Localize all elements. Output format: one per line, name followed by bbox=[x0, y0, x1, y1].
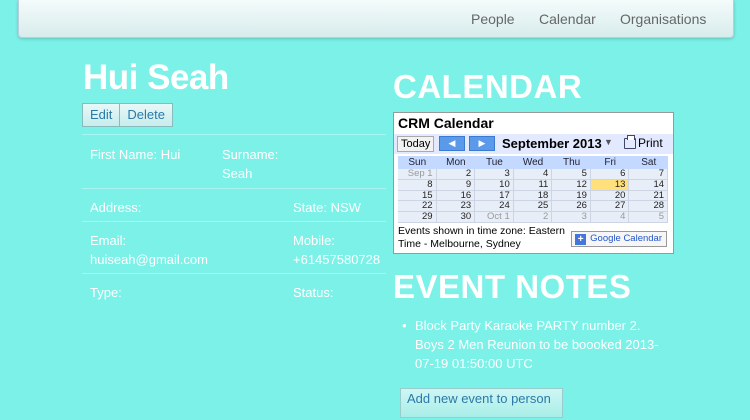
chevron-down-icon[interactable]: ▼ bbox=[604, 137, 613, 147]
calendar-toolbar: Today ◀ ▶ September 2013 ▼ Print bbox=[394, 134, 673, 154]
event-notes-list: Block Party Karaoke PARTY number 2. Boys… bbox=[400, 316, 670, 373]
calendar-weeks: Sep 1 2 3 4 5 6 7 8 9 10 11 12 13 14 15 16 17 18 19 20 21 22 2… bbox=[398, 168, 669, 223]
state-value: NSW bbox=[330, 200, 361, 215]
status-label: Status: bbox=[293, 285, 334, 300]
person-actions: Edit Delete bbox=[82, 103, 173, 127]
calendar-day-cell[interactable]: 12 bbox=[552, 179, 591, 191]
calendar-title: CRM Calendar bbox=[398, 115, 494, 131]
plus-icon: + bbox=[575, 234, 587, 245]
days-of-week-row: Sun Mon Tue Wed Thu Fri Sat bbox=[398, 156, 668, 169]
calendar-day-cell[interactable]: 5 bbox=[629, 211, 669, 223]
delete-button[interactable]: Delete bbox=[120, 103, 173, 127]
name-row: First Name: Hui Surname: Seah bbox=[82, 134, 386, 188]
month-label: September 2013 bbox=[502, 136, 602, 151]
person-name: Hui Seah bbox=[83, 58, 229, 97]
state-label: State: bbox=[293, 200, 327, 215]
first-name-value: Hui bbox=[160, 147, 181, 162]
nav-calendar[interactable]: Calendar bbox=[539, 11, 596, 27]
email-label: Email: bbox=[90, 233, 127, 248]
print-button[interactable]: Print bbox=[638, 136, 663, 150]
calendar-day-cell[interactable]: 30 bbox=[436, 211, 476, 223]
type-row: Type: Status: bbox=[82, 273, 386, 303]
calendar-week-row: Sep 1234567 bbox=[398, 168, 669, 180]
calendar-week-row: 22 23 24 25 26 27 28 bbox=[398, 201, 669, 213]
event-note-item: Block Party Karaoke PARTY number 2. Boys… bbox=[400, 316, 670, 373]
edit-button[interactable]: Edit bbox=[82, 103, 121, 127]
mobile-label: Mobile: bbox=[293, 233, 335, 248]
event-notes-heading: EVENT NOTES bbox=[393, 268, 632, 305]
calendar-word: Calendar bbox=[623, 233, 662, 244]
surname-label: Surname: bbox=[222, 147, 279, 162]
today-button[interactable]: Today bbox=[397, 136, 435, 152]
contact-row: Email: huiseah@gmail.com Mobile: +61457580… bbox=[82, 221, 386, 273]
surname-value: Seah bbox=[222, 166, 253, 181]
top-navbar: People Calendar Organisations bbox=[18, 0, 734, 38]
calendar-heading: CALENDAR bbox=[393, 68, 583, 105]
calendar-day-cell[interactable]: 3 bbox=[552, 211, 591, 223]
calendar-day-cell[interactable]: 8 bbox=[398, 179, 437, 191]
embedded-calendar: CRM Calendar Today ◀ ▶ September 2013 ▼ … bbox=[393, 112, 674, 254]
add-event-button[interactable]: Add new event to person bbox=[400, 388, 563, 418]
calendar-day-cell[interactable]: 11 bbox=[513, 179, 553, 191]
calendar-week-row: 15 16 17 18 19 20 21 bbox=[398, 190, 669, 202]
first-name-label: First Name: bbox=[90, 147, 158, 162]
google-logo-text: Google bbox=[590, 233, 621, 244]
calendar-week-row: 8 9 10 11 12 13 14 bbox=[398, 179, 669, 191]
email-value: huiseah@gmail.com bbox=[90, 252, 208, 267]
calendar-day-cell[interactable]: 9 bbox=[436, 179, 476, 191]
mobile-value: +61457580728 bbox=[293, 252, 381, 267]
calendar-day-cell[interactable]: 29 bbox=[398, 211, 437, 223]
printer-icon[interactable] bbox=[624, 135, 636, 149]
calendar-day-cell[interactable]: 2 bbox=[513, 211, 553, 223]
left-arrow-icon[interactable]: ◀ bbox=[439, 136, 465, 151]
type-label: Type: bbox=[90, 285, 122, 300]
calendar-day-cell[interactable]: 10 bbox=[475, 179, 514, 191]
calendar-day-cell[interactable]: 4 bbox=[590, 211, 630, 223]
right-arrow-icon[interactable]: ▶ bbox=[469, 136, 495, 151]
timezone-note: Events shown in time zone: Eastern Time … bbox=[398, 225, 565, 250]
calendar-day-cell[interactable]: 13 bbox=[590, 179, 630, 191]
address-label: Address: bbox=[90, 200, 142, 215]
add-to-google-calendar-button[interactable]: + Google Calendar bbox=[571, 231, 667, 247]
calendar-week-row: 29 30 Oct 12345 bbox=[398, 211, 669, 223]
calendar-day-cell[interactable]: 14 bbox=[629, 179, 669, 191]
nav-organisations[interactable]: Organisations bbox=[620, 11, 706, 27]
nav-people[interactable]: People bbox=[471, 11, 515, 27]
person-details: First Name: Hui Surname: Seah Address: S… bbox=[82, 134, 386, 303]
calendar-grid: Sun Mon Tue Wed Thu Fri Sat Sep 1 2 3 4 5 6 7 8 9 10 11 1… bbox=[398, 156, 669, 223]
address-row: Address: State: NSW bbox=[82, 188, 386, 221]
calendar-day-cell[interactable]: Oct 1 bbox=[475, 211, 514, 223]
